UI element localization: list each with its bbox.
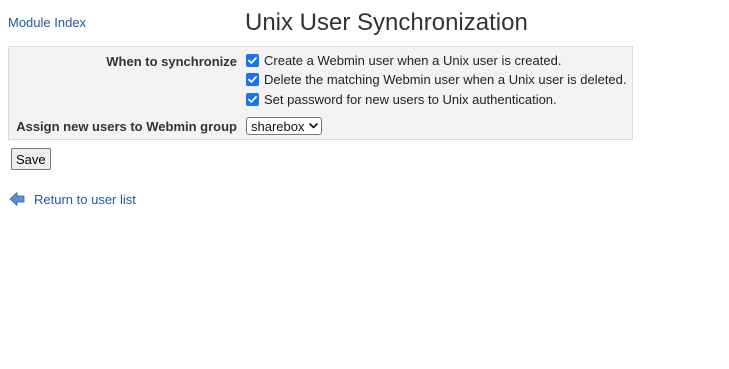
- return-to-user-list-label[interactable]: Return to user list: [34, 192, 136, 207]
- set-password-checkbox[interactable]: [246, 93, 259, 106]
- webmin-group-value: sharebox: [251, 118, 305, 134]
- left-arrow-icon: [9, 191, 25, 207]
- check-icon: [248, 96, 257, 103]
- option-create-user[interactable]: Create a Webmin user when a Unix user is…: [246, 52, 561, 69]
- check-icon: [248, 76, 257, 83]
- save-button[interactable]: Save: [11, 148, 51, 170]
- module-index-link[interactable]: Module Index: [8, 15, 86, 30]
- check-icon: [248, 57, 257, 64]
- delete-user-label: Delete the matching Webmin user when a U…: [264, 72, 627, 87]
- webmin-group-label: Assign new users to Webmin group: [16, 119, 237, 134]
- when-to-synchronize-label: When to synchronize: [106, 54, 237, 69]
- create-user-checkbox[interactable]: [246, 54, 259, 67]
- option-set-password[interactable]: Set password for new users to Unix authe…: [246, 91, 557, 108]
- return-to-user-list-link[interactable]: Return to user list: [9, 191, 136, 207]
- delete-user-checkbox[interactable]: [246, 73, 259, 86]
- webmin-group-select[interactable]: sharebox: [246, 117, 323, 135]
- option-delete-user[interactable]: Delete the matching Webmin user when a U…: [246, 71, 627, 88]
- chevron-down-icon: [309, 123, 319, 129]
- create-user-label: Create a Webmin user when a Unix user is…: [264, 53, 562, 68]
- set-password-label: Set password for new users to Unix authe…: [264, 92, 557, 107]
- page-title: Unix User Synchronization: [245, 9, 528, 36]
- page: Module Index Unix User Synchronization W…: [0, 0, 729, 369]
- sync-options-panel: When to synchronize Create a Webmin user…: [8, 46, 633, 140]
